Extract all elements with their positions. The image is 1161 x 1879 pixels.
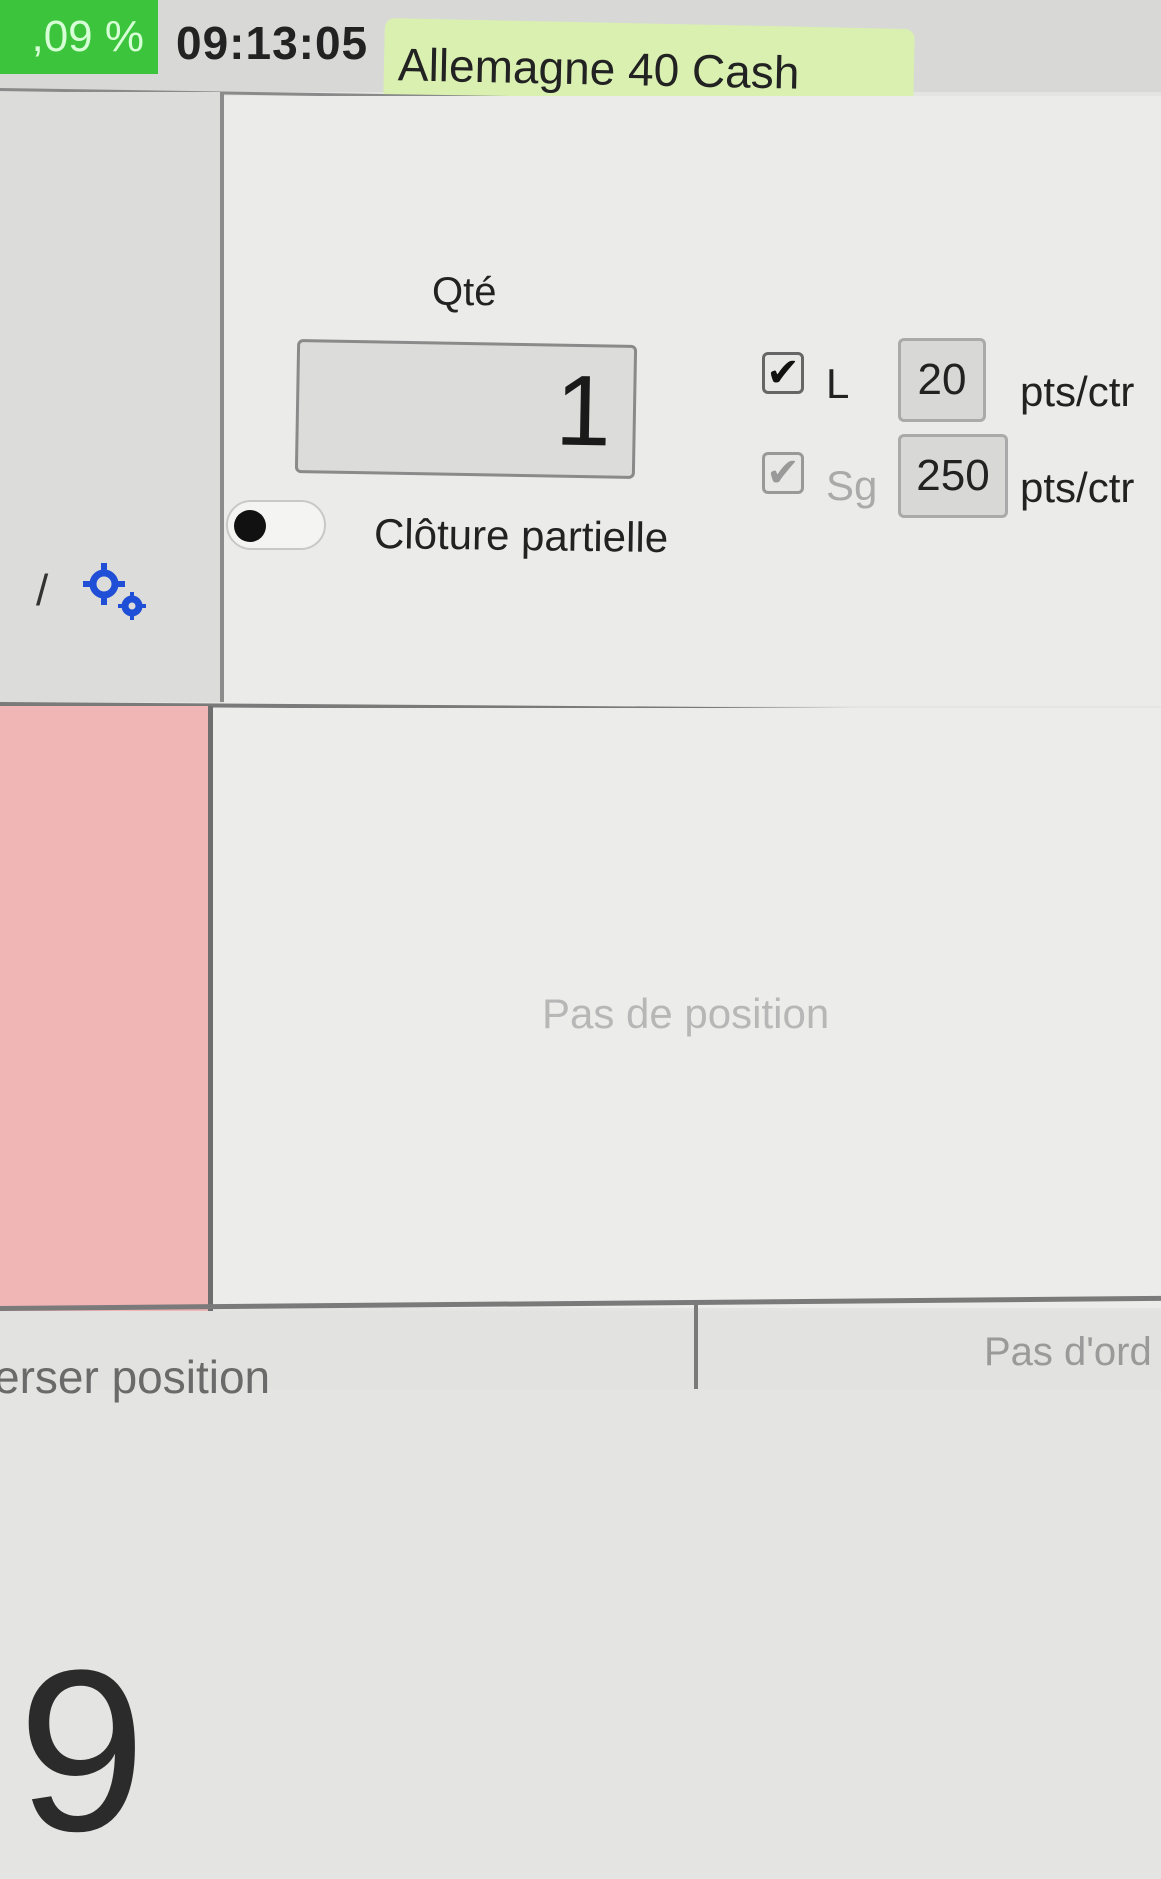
stop-checkbox[interactable]: ✔ (762, 452, 804, 494)
limit-checkbox[interactable]: ✔ (762, 352, 804, 394)
reverse-position-button[interactable]: erser position (0, 1350, 270, 1404)
partial-close-toggle[interactable] (226, 500, 326, 550)
clock-time: 09:13:05 (176, 17, 369, 69)
limit-unit: pts/ctr (1020, 368, 1135, 415)
separator-slash: / (36, 566, 49, 615)
stop-label: Sg (826, 462, 878, 509)
partial-close-label: Clôture partielle (373, 509, 669, 562)
quantity-input[interactable]: 1 (294, 339, 638, 479)
stop-unit: pts/ctr (1020, 464, 1135, 511)
limit-label: L (826, 360, 850, 407)
change-percent-badge: ,09 % (0, 0, 158, 74)
footer-column-divider (694, 1300, 698, 1389)
no-position-text: Pas de position (542, 990, 830, 1037)
sell-price-value: ,9 (0, 1622, 146, 1879)
stop-points-input[interactable]: 250 (898, 434, 1008, 518)
no-orders-text: Pas d'ord (984, 1330, 1152, 1374)
toggle-knob (234, 510, 266, 542)
limit-points-input[interactable]: 20 (898, 338, 986, 422)
quantity-label: Qté (432, 270, 497, 314)
gears-icon[interactable] (78, 560, 154, 624)
sell-price-panel[interactable]: ,9 (0, 706, 213, 1866)
